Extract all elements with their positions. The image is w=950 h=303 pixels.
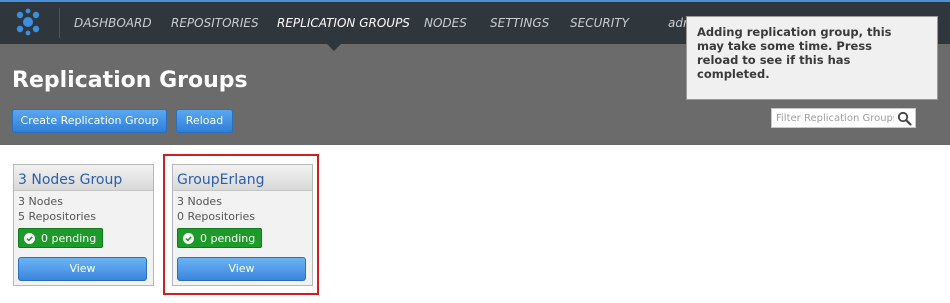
nav-item-security[interactable]: SECURITY: [570, 16, 629, 30]
replication-group-card: 3 Nodes Group 3 Nodes 5 Repositories 0 p…: [13, 164, 154, 286]
highlight-annotation-box: [163, 154, 319, 295]
nav-item-settings[interactable]: SETTINGS: [490, 16, 549, 30]
magnifier-icon[interactable]: [897, 111, 912, 126]
nav-item-nodes[interactable]: NODES: [424, 16, 467, 30]
view-button[interactable]: View: [18, 257, 147, 281]
page-title: Replication Groups: [12, 68, 248, 93]
user-menu[interactable]: adr: [668, 16, 688, 30]
pending-label: 0 pending: [41, 231, 97, 245]
pending-badge: 0 pending: [18, 228, 104, 248]
repository-count: 5 Repositories: [18, 210, 97, 223]
check-circle-icon: [24, 232, 35, 244]
create-replication-group-button[interactable]: Create Replication Group: [12, 109, 167, 133]
filter-replication-groups-input[interactable]: [776, 111, 894, 126]
card-header: 3 Nodes Group: [14, 165, 153, 191]
nav-item-replication-groups[interactable]: REPLICATION GROUPS: [277, 16, 410, 30]
reload-button[interactable]: Reload: [176, 109, 233, 133]
nav-item-repositories[interactable]: REPOSITORIES: [171, 16, 259, 30]
nav-divider: [59, 8, 60, 38]
group-name-link[interactable]: 3 Nodes Group: [18, 172, 122, 188]
filter-field: [771, 108, 916, 128]
cluster-logo-icon[interactable]: [14, 8, 42, 36]
status-tooltip: Adding replication group, this may take …: [686, 16, 938, 100]
node-count: 3 Nodes: [18, 195, 63, 208]
nav-item-dashboard[interactable]: DASHBOARD: [74, 16, 152, 30]
active-nav-caret-icon: [327, 44, 341, 51]
